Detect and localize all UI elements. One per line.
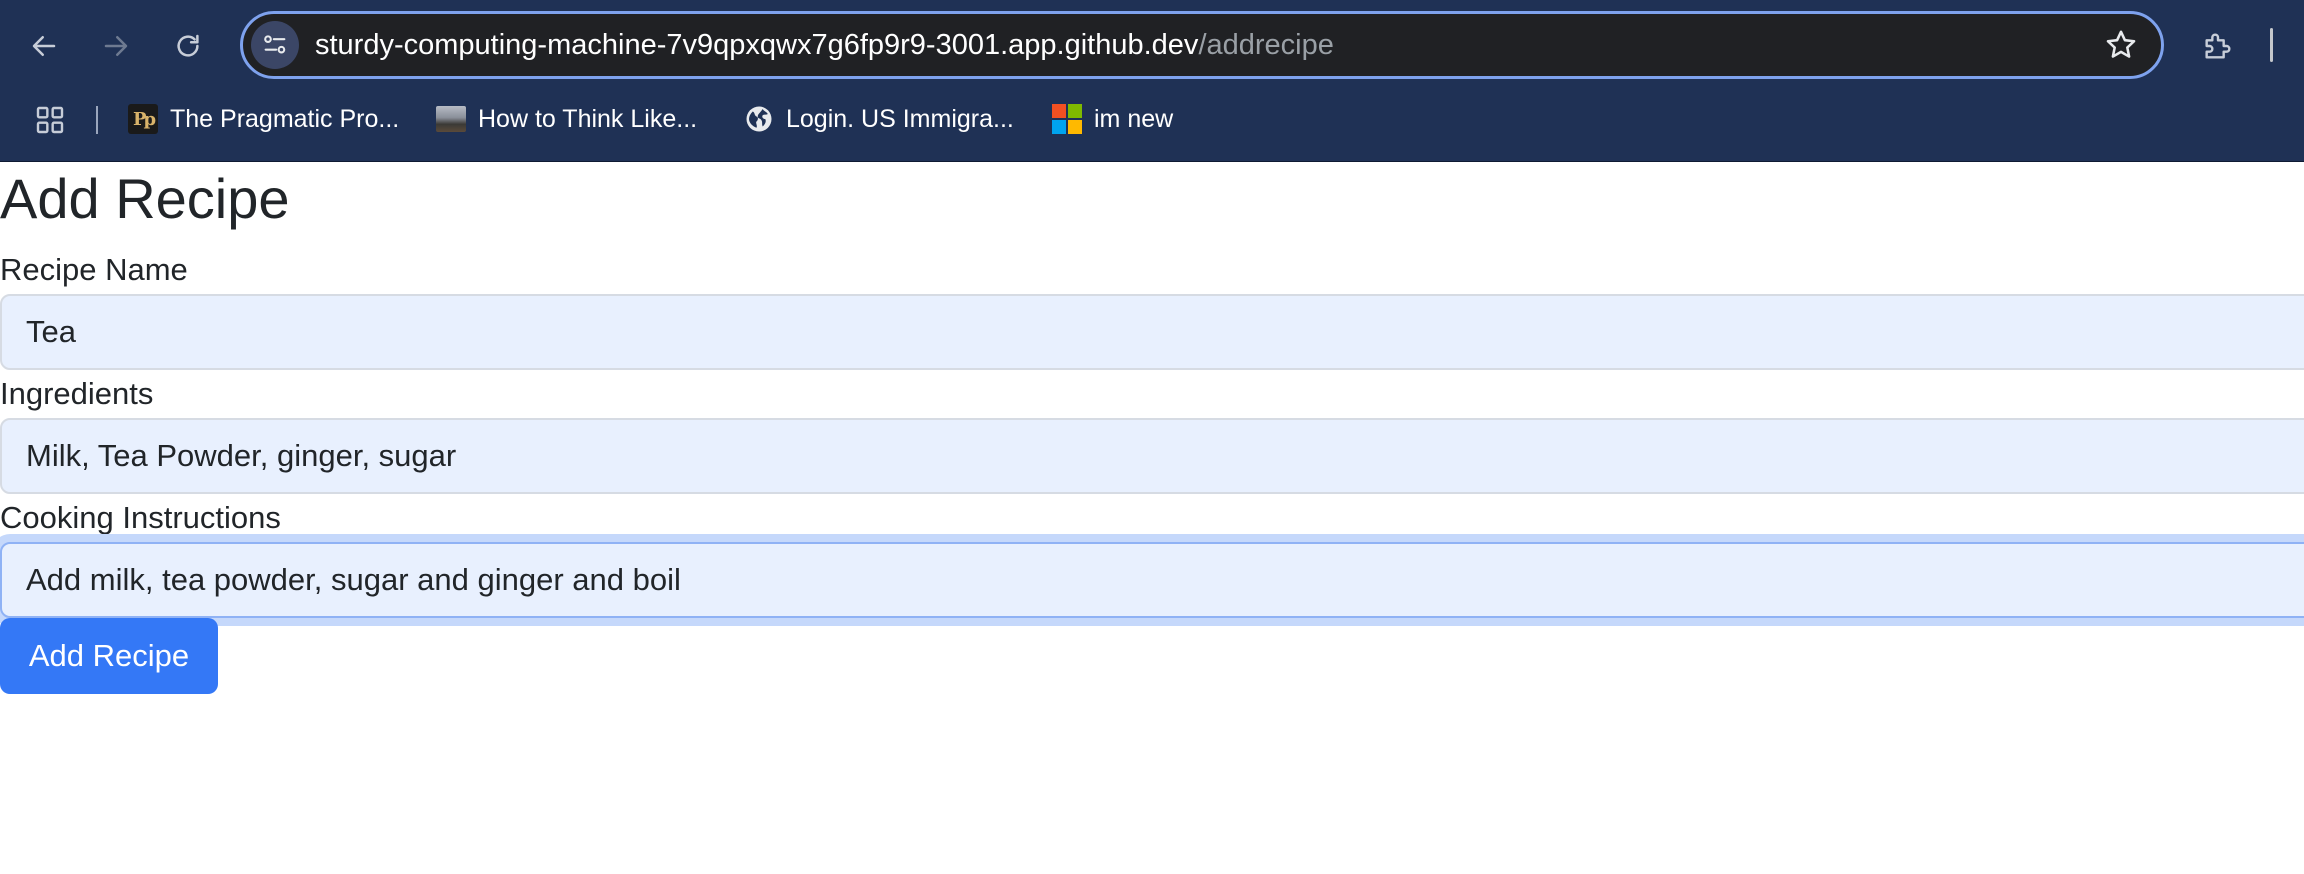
bookmark-im-new[interactable]: im new [1052, 98, 1173, 140]
toolbar-divider [2270, 28, 2273, 62]
back-button[interactable] [20, 22, 68, 70]
bookmark-how-to-think[interactable]: How to Think Like... [436, 98, 697, 140]
ingredients-input[interactable] [0, 418, 2304, 494]
bookmark-label: The Pragmatic Pro... [170, 104, 400, 133]
extensions-button[interactable] [2196, 24, 2240, 68]
instructions-label: Cooking Instructions [0, 500, 281, 535]
page-title: Add Recipe [0, 167, 290, 230]
instructions-input[interactable] [0, 542, 2304, 618]
site-info-button[interactable] [251, 21, 299, 69]
address-bar[interactable]: sturdy-computing-machine-7v9qpxqwx7g6fp9… [240, 11, 2164, 79]
pragmatic-programmer-favicon: Pp [128, 104, 158, 134]
microsoft-logo-icon [1052, 104, 1082, 134]
arrow-right-icon [104, 36, 128, 56]
reload-icon [177, 34, 199, 57]
globe-icon [744, 104, 774, 134]
reload-button[interactable] [164, 22, 212, 70]
bookmark-label: Login. US Immigra... [786, 104, 1014, 133]
bookmark-us-immigration[interactable]: Login. US Immigra... [744, 98, 1014, 140]
add-recipe-button[interactable]: Add Recipe [0, 618, 218, 694]
puzzle-icon [2205, 33, 2231, 59]
bookmarks-divider [96, 106, 98, 134]
apps-grid-icon[interactable] [34, 104, 66, 136]
page-content: Add Recipe Recipe Name Ingredients Cooki… [0, 162, 2304, 874]
photo-thumbnail-favicon [436, 104, 466, 134]
star-icon[interactable] [2103, 27, 2139, 63]
url-path: /addrecipe [1198, 29, 1334, 61]
url-text[interactable]: sturdy-computing-machine-7v9qpxqwx7g6fp9… [315, 14, 1334, 76]
recipe-name-label: Recipe Name [0, 252, 188, 287]
forward-button[interactable] [92, 22, 140, 70]
arrow-left-icon [32, 36, 56, 56]
browser-toolbar: sturdy-computing-machine-7v9qpxqwx7g6fp9… [0, 0, 2304, 162]
url-host: sturdy-computing-machine-7v9qpxqwx7g6fp9… [315, 29, 1199, 61]
tune-icon [264, 35, 286, 54]
ingredients-label: Ingredients [0, 376, 154, 411]
bookmark-label: im new [1094, 104, 1174, 133]
bookmark-label: How to Think Like... [478, 104, 698, 133]
bookmark-pragmatic-programmer[interactable]: Pp The Pragmatic Pro... [128, 98, 399, 140]
recipe-name-input[interactable] [0, 294, 2304, 370]
